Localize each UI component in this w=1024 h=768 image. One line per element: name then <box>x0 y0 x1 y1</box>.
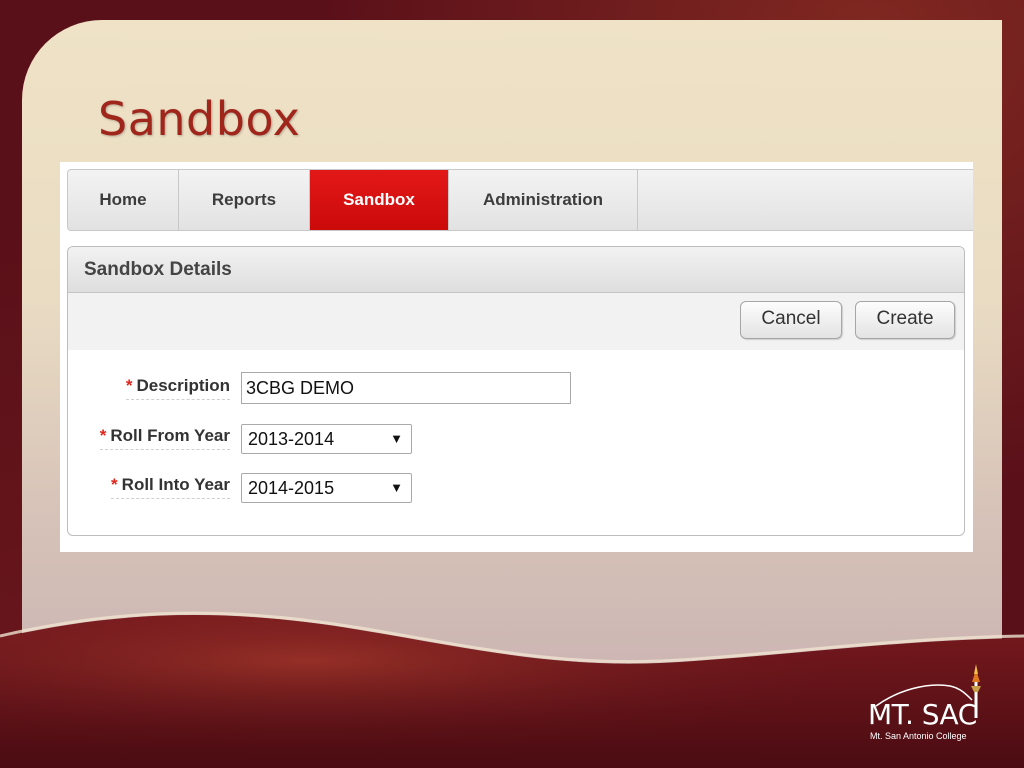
roll-into-year-row: * Roll Into Year 2014-2015 ▼ <box>68 471 964 505</box>
roll-from-year-row: * Roll From Year 2013-2014 ▼ <box>68 422 964 456</box>
roll-into-year-label-text: Roll Into Year <box>121 475 230 494</box>
logo-wordmark: MT. SAC <box>868 698 977 731</box>
roll-into-year-value: 2014-2015 <box>248 478 335 498</box>
dropdown-arrow-icon: ▼ <box>390 431 403 446</box>
required-marker: * <box>99 426 107 445</box>
description-row: * Description 3CBG DEMO <box>68 372 964 406</box>
roll-from-year-value: 2013-2014 <box>248 429 335 449</box>
create-button[interactable]: Create <box>855 301 955 339</box>
roll-from-year-label-text: Roll From Year <box>110 426 230 445</box>
roll-into-year-label: * Roll Into Year <box>111 475 230 499</box>
roll-from-year-select[interactable]: 2013-2014 ▼ <box>241 424 412 454</box>
description-label: * Description <box>125 376 230 400</box>
mt-sac-logo: MT. SAC Mt. San Antonio College <box>868 660 998 750</box>
roll-from-year-label: * Roll From Year <box>99 426 230 450</box>
slide-title: Sandbox <box>98 92 301 146</box>
panel-title: Sandbox Details <box>68 247 964 293</box>
required-marker: * <box>111 475 118 494</box>
main-nav-bar: Home Reports Sandbox Administration <box>67 169 973 231</box>
description-label-text: Description <box>136 376 230 395</box>
logo-subtitle: Mt. San Antonio College <box>870 731 967 741</box>
roll-into-year-select[interactable]: 2014-2015 ▼ <box>241 473 412 503</box>
required-marker: * <box>125 376 133 395</box>
description-input[interactable]: 3CBG DEMO <box>241 372 571 404</box>
tab-administration[interactable]: Administration <box>449 170 638 230</box>
slide: Sandbox Home Reports Sandbox Administrat… <box>0 0 1024 768</box>
app-screenshot: Home Reports Sandbox Administration Sand… <box>60 162 973 552</box>
sandbox-details-panel: Sandbox Details Cancel Create * Descripti… <box>67 246 965 536</box>
tab-reports[interactable]: Reports <box>179 170 310 230</box>
dropdown-arrow-icon: ▼ <box>390 480 403 495</box>
cancel-button[interactable]: Cancel <box>740 301 842 339</box>
tab-sandbox[interactable]: Sandbox <box>310 170 449 230</box>
button-bar: Cancel Create <box>68 293 964 350</box>
tab-home[interactable]: Home <box>68 170 179 230</box>
